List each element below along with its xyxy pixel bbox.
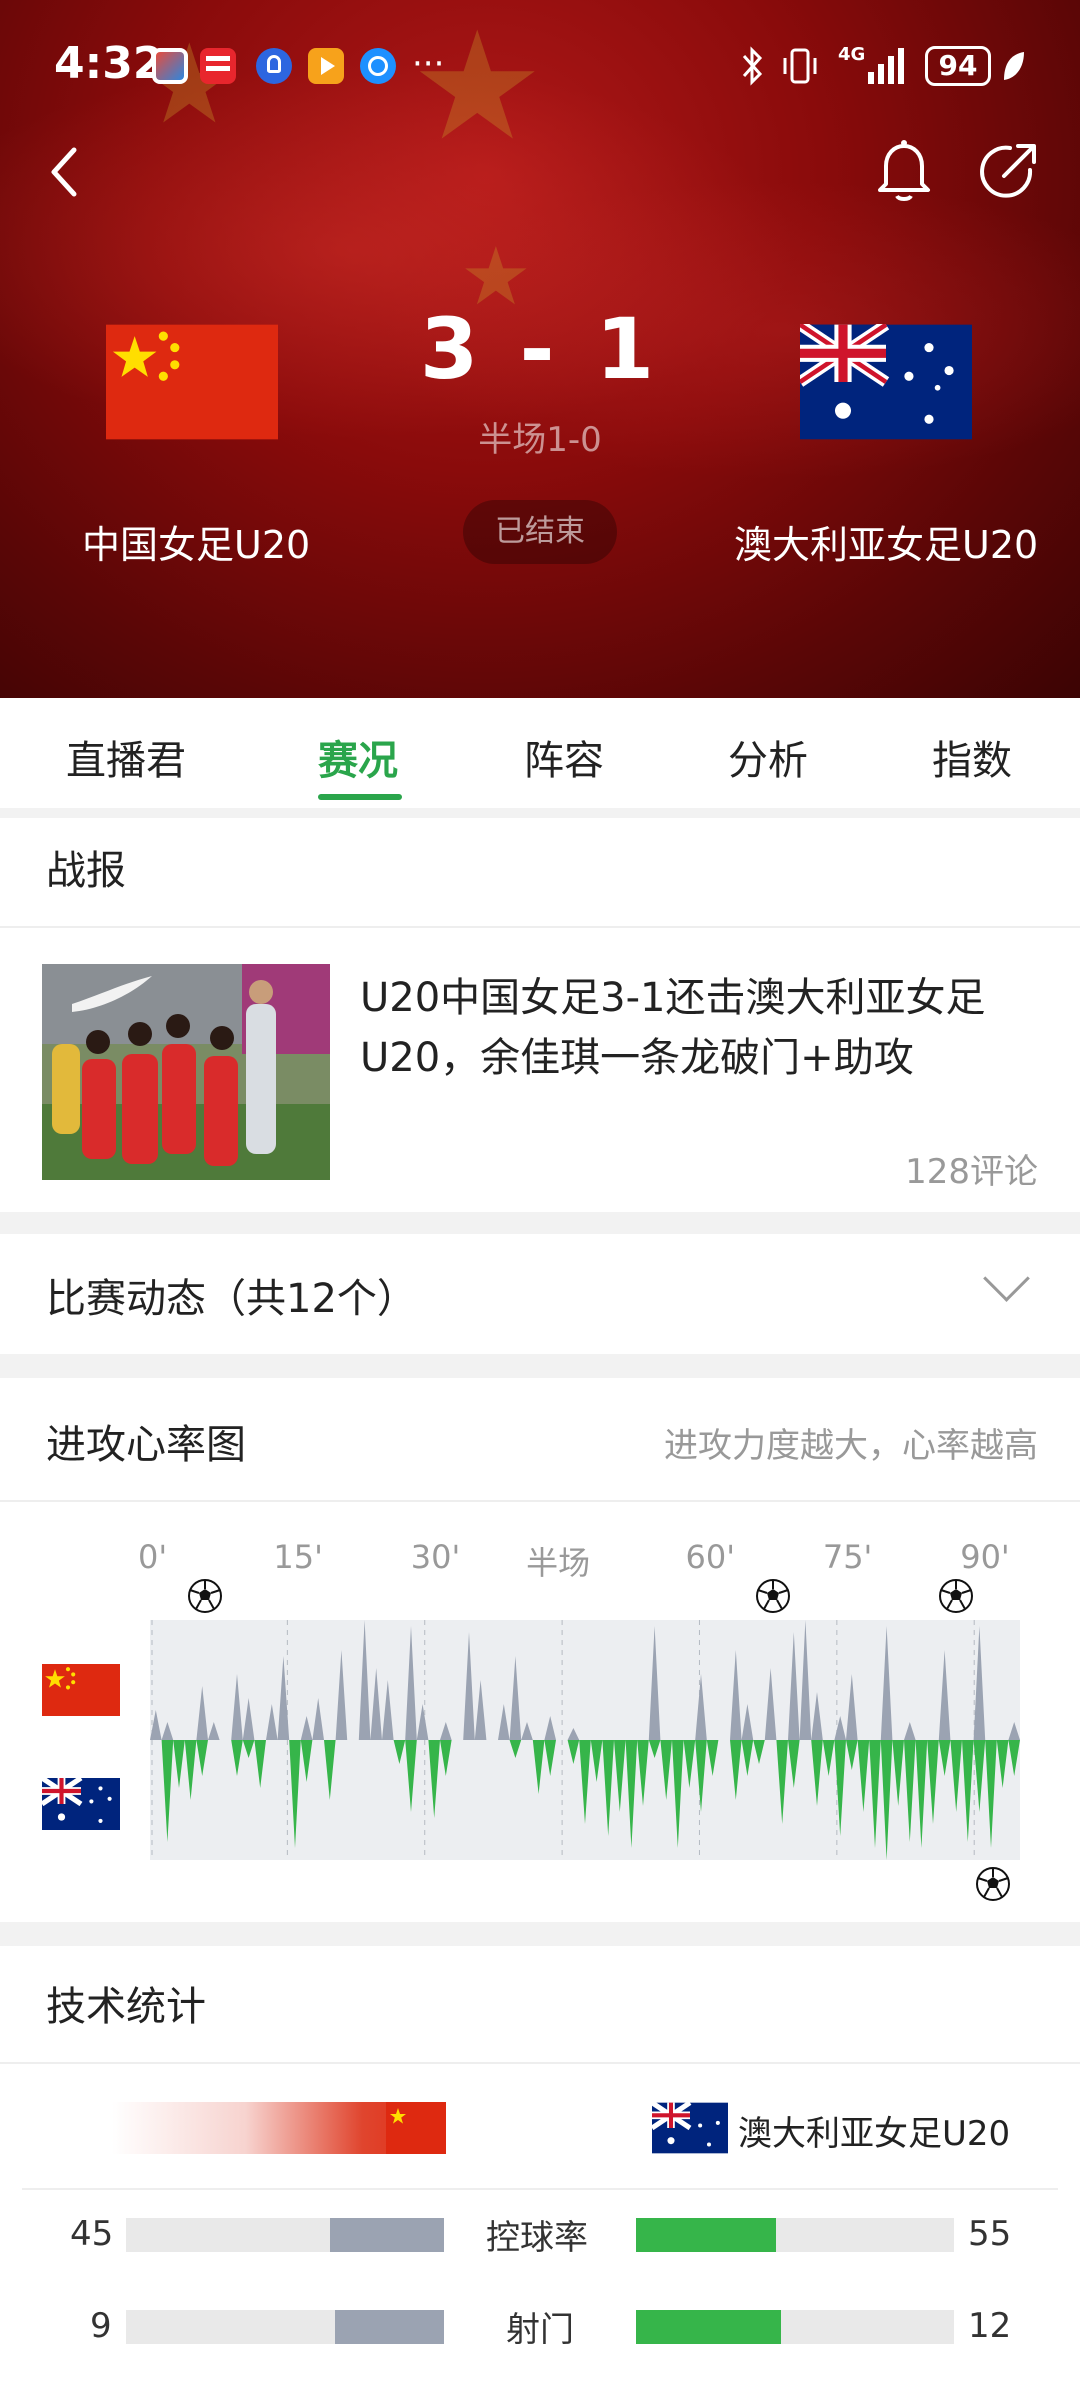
news-app-icon: [152, 48, 188, 84]
toutiao-app-icon: [200, 48, 236, 84]
away-shots-bar-track: [636, 2310, 954, 2344]
more-notifications-icon: ···: [412, 44, 445, 84]
home-team-name[interactable]: 中国女足U20: [82, 514, 310, 569]
half-time-score: 半场1-0: [478, 420, 602, 460]
comment-count[interactable]: 128评论: [905, 1144, 1038, 1193]
news-thumbnail[interactable]: [42, 964, 330, 1180]
network-type: 4G: [838, 44, 866, 65]
match-header: ★ ★ ★ 4:32 ··· 4G 94 3 - 1 半场1-0 已结束 中国女…: [0, 0, 1080, 698]
divider: [0, 2062, 1080, 2064]
home-shots-value: 9: [90, 2306, 112, 2346]
share-icon[interactable]: [978, 140, 1040, 202]
tab-lineup[interactable]: 阵容: [524, 728, 604, 786]
possession-label: 控球率: [486, 2218, 588, 2258]
home-possession-bar-track: [126, 2218, 444, 2252]
tab-match-status[interactable]: 赛况: [318, 728, 398, 786]
minute-label: 15': [273, 1538, 323, 1576]
away-shots-bar: [636, 2310, 781, 2344]
status-bar: 4:32 ··· 4G 94: [0, 0, 1080, 120]
tab-odds[interactable]: 指数: [932, 728, 1012, 786]
soccer-ball-icon: [755, 1579, 790, 1613]
away-possession-bar-track: [636, 2218, 954, 2252]
bluetooth-icon: [742, 46, 763, 86]
leaf-charging-icon: [1004, 52, 1024, 80]
australia-flag-icon: [652, 2102, 728, 2154]
bulb-app-icon: [256, 48, 292, 84]
page: { "status_bar": { "time": "4:32", "app_i…: [0, 0, 1080, 2388]
attack-heart-chart: [150, 1620, 1020, 1860]
home-shots-bar-track: [126, 2310, 444, 2344]
signal-icon: [868, 48, 904, 84]
active-tab-indicator: [318, 794, 402, 800]
away-possession-bar: [636, 2218, 776, 2252]
video-app-icon: [308, 48, 344, 84]
heart-chart-title: 进攻心率图: [46, 1422, 246, 1468]
china-flag-icon: [386, 2102, 446, 2154]
match-status-badge: 已结束: [463, 500, 617, 564]
status-time: 4:32: [54, 38, 164, 89]
back-button[interactable]: [44, 142, 84, 202]
home-shots-bar: [335, 2310, 444, 2344]
shots-label: 射门: [506, 2310, 574, 2350]
news-headline[interactable]: U20中国女足3-1还击澳大利亚女足U20，余佳琪一条龙破门+助攻: [360, 968, 1050, 1088]
soccer-ball-icon: [938, 1579, 973, 1613]
report-section-title: 战报: [46, 848, 126, 894]
australia-flag-small: [42, 1778, 120, 1830]
browser-app-icon: [360, 48, 396, 84]
home-possession-bar: [330, 2218, 444, 2252]
home-possession-value: 45: [70, 2214, 114, 2254]
minute-label: 0': [138, 1538, 168, 1576]
tab-live[interactable]: 直播君: [66, 728, 186, 786]
divider: [0, 926, 1080, 928]
vibrate-icon: [783, 48, 817, 84]
match-score: 3 - 1: [419, 300, 661, 398]
china-flag-small: [42, 1664, 120, 1716]
tab-bar: 直播君 赛况 阵容 分析 指数: [0, 698, 1080, 808]
away-team-label: 澳大利亚女足U20: [738, 2114, 1011, 2154]
away-team-name[interactable]: 澳大利亚女足U20: [734, 514, 1038, 569]
divider: [0, 1500, 1080, 1502]
heart-chart-subtitle: 进攻力度越大，心率越高: [664, 1426, 1038, 1466]
players-celebrating-image: [42, 964, 330, 1180]
minute-label: 60': [685, 1538, 735, 1576]
minute-label: 75': [822, 1538, 873, 1576]
tab-analysis[interactable]: 分析: [728, 728, 808, 786]
away-possession-value: 55: [968, 2214, 1012, 2254]
soccer-ball-icon: [187, 1579, 222, 1613]
minute-label: 半场: [526, 1544, 591, 1582]
battery-indicator: 94: [925, 46, 991, 86]
events-title[interactable]: 比赛动态（共12个）: [46, 1266, 417, 1324]
minute-label: 90': [960, 1538, 1010, 1576]
away-shots-value: 12: [968, 2306, 1012, 2346]
divider: [22, 2188, 1058, 2190]
bell-icon[interactable]: [874, 138, 934, 204]
soccer-ball-icon: [975, 1867, 1010, 1901]
home-team-banner: [112, 2102, 446, 2154]
tech-stats-title: 技术统计: [46, 1984, 206, 2030]
minute-label: 30': [410, 1538, 461, 1576]
